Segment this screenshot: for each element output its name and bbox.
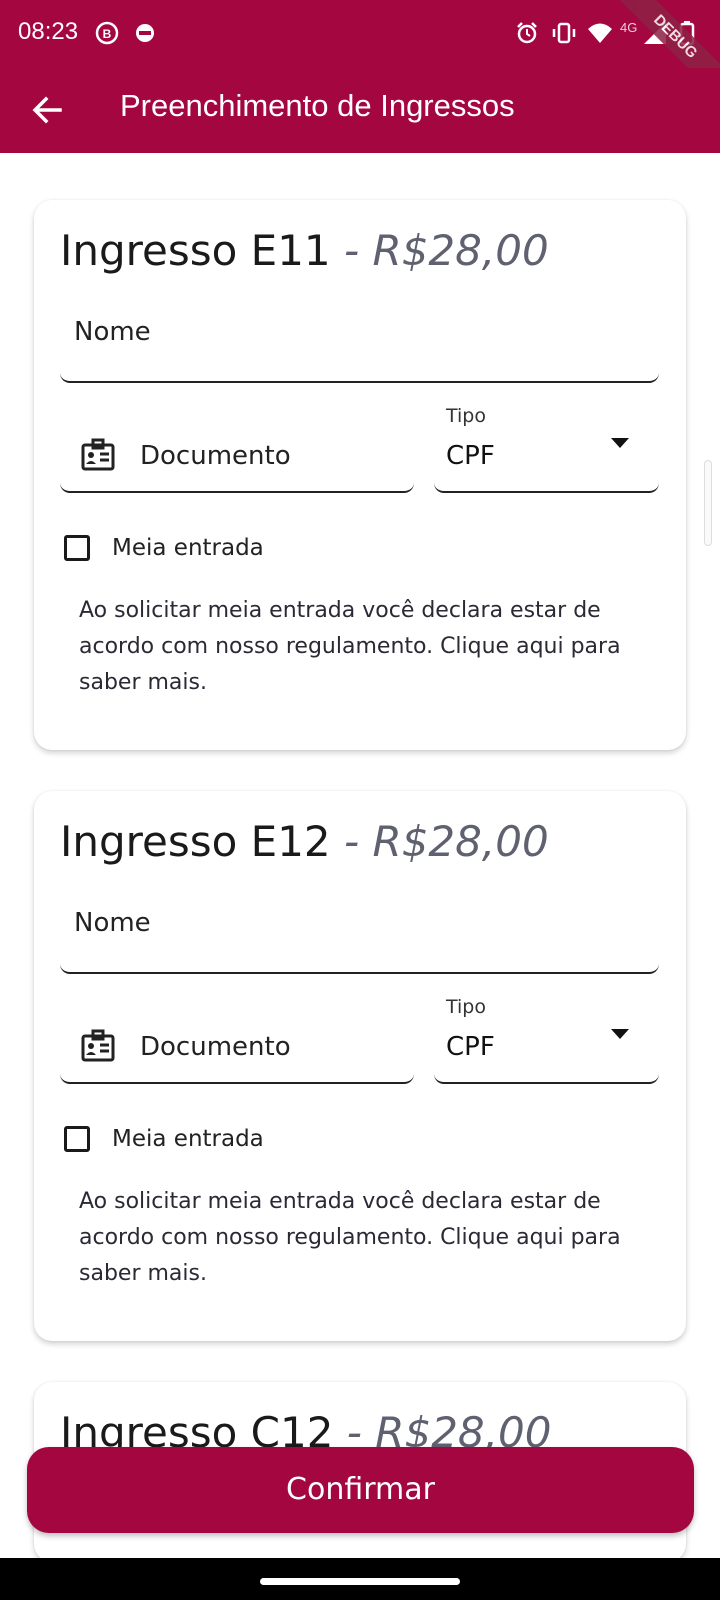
status-time: 08:23 [18,18,79,45]
name-field-label: Nome [74,317,151,347]
ticket-name: Ingresso E11 [60,226,331,275]
arrow-left-icon[interactable] [24,86,72,134]
wifi-icon [588,23,612,43]
document-field[interactable]: Documento [60,1006,414,1084]
document-type-select[interactable]: Tipo CPF [434,405,659,493]
page-title: Preenchimento de Ingressos [120,88,515,123]
ticket-name: Ingresso E12 [60,817,331,866]
document-field-label: Documento [140,1032,291,1062]
id-card-icon [81,1029,115,1062]
ticket-title: Ingresso E12 - R$28,00 [60,817,549,866]
name-field[interactable]: Nome [60,896,659,974]
half-price-notice[interactable]: Ao solicitar meia entrada você declara e… [79,1184,639,1292]
document-type-value: CPF [446,1032,495,1062]
app-notification-icon [136,24,154,42]
status-bar: 08:23 B 4G DEBUG [0,0,720,107]
alarm-icon [517,22,537,44]
app-bar: Preenchimento de Ingressos [0,68,720,153]
half-price-checkbox[interactable] [64,535,90,561]
messaging-app-icon: B [95,21,119,45]
document-type-value: CPF [446,441,495,471]
half-price-option[interactable]: Meia entrada [64,531,464,571]
dropdown-arrow-icon [611,1029,629,1039]
name-field-label: Nome [74,908,151,938]
ticket-card: Ingresso E12 - R$28,00 Nome Documento Ti… [34,791,686,1341]
half-price-notice[interactable]: Ao solicitar meia entrada você declara e… [79,593,639,701]
half-price-checkbox[interactable] [64,1126,90,1152]
document-type-label: Tipo [446,405,486,427]
home-gesture-bar[interactable] [260,1578,460,1585]
document-field-label: Documento [140,441,291,471]
half-price-label: Meia entrada [112,535,264,561]
half-price-option[interactable]: Meia entrada [64,1122,464,1162]
svg-text:B: B [103,27,112,41]
ticket-title: Ingresso E11 - R$28,00 [60,226,549,275]
network-type: 4G [620,20,638,35]
name-field[interactable]: Nome [60,305,659,383]
half-price-label: Meia entrada [112,1126,264,1152]
document-type-select[interactable]: Tipo CPF [434,996,659,1084]
system-nav-bar [0,1558,720,1600]
confirm-button[interactable]: Confirmar [27,1447,694,1533]
ticket-price: - R$28,00 [344,817,549,866]
id-card-icon [81,438,115,471]
ticket-card: Ingresso E11 - R$28,00 Nome Documento Ti… [34,200,686,750]
document-type-label: Tipo [446,996,486,1018]
scrollbar[interactable] [704,460,712,546]
ticket-price: - R$28,00 [344,226,549,275]
dropdown-arrow-icon [611,438,629,448]
vibrate-icon [552,22,576,44]
document-field[interactable]: Documento [60,415,414,493]
